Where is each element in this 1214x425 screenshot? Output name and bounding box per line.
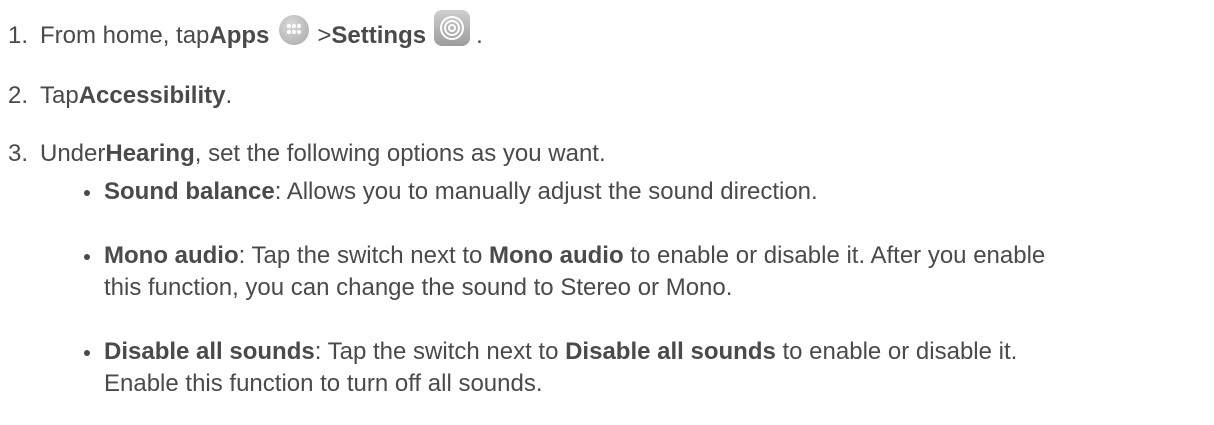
step-number: 1. [8, 22, 29, 49]
option-line-2: this function, you can change the sound … [104, 274, 733, 301]
option-title: Disable all sounds [104, 338, 315, 365]
option-text: to enable or disable it. [775, 338, 1018, 365]
option-text: : Tap the switch next to [314, 338, 566, 365]
step-text: From home, tap [40, 22, 210, 49]
settings-gear-icon [434, 10, 471, 46]
step-text: Tap [40, 82, 79, 109]
list-item-mono-audio: Mono audio: Tap the switch next to Mono … [84, 240, 1194, 304]
step-number: 2. [8, 82, 29, 109]
step-number: 3. [8, 140, 29, 167]
option-text: to enable or disable it. After you enabl… [623, 242, 1046, 269]
option-line-2: Enable this function to turn off all sou… [104, 370, 543, 397]
step-suffix: . [476, 22, 483, 49]
apps-label: Apps [209, 22, 270, 49]
bullet-dot [84, 350, 90, 356]
step-suffix: , set the following options as you want. [194, 140, 606, 167]
step-suffix: . [225, 82, 233, 109]
option-description: : Allows you to manually adjust the soun… [274, 178, 818, 205]
step-text: Under [40, 140, 106, 167]
option-title: Mono audio [104, 242, 239, 269]
step-1: 1. From home, tap Apps > Settings . [8, 10, 483, 54]
apps-grid-icon [279, 15, 310, 45]
accessibility-label: Accessibility [78, 82, 226, 109]
settings-label: Settings [331, 22, 427, 49]
bullet-dot [84, 254, 90, 260]
list-item-sound-balance: Sound balance: Allows you to manually ad… [84, 176, 1194, 208]
instructions-page: 1. From home, tap Apps > Settings . 2. T… [0, 0, 1214, 425]
step-2: 2. Tap Accessibility . [8, 82, 232, 110]
step-separator: > [317, 22, 332, 49]
option-title: Sound balance [104, 178, 275, 205]
bullet-dot [84, 190, 90, 196]
step-3: 3. Under Hearing , set the following opt… [8, 140, 606, 168]
option-line-1: Mono audio: Tap the switch next to Mono … [104, 240, 1194, 272]
option-inline-bold: Disable all sounds [565, 338, 776, 365]
option-line-1: Disable all sounds: Tap the switch next … [104, 336, 1194, 368]
list-item-disable-all-sounds: Disable all sounds: Tap the switch next … [84, 336, 1194, 400]
option-text: : Tap the switch next to [238, 242, 489, 269]
hearing-label: Hearing [105, 140, 195, 167]
option-inline-bold: Mono audio [489, 242, 624, 269]
